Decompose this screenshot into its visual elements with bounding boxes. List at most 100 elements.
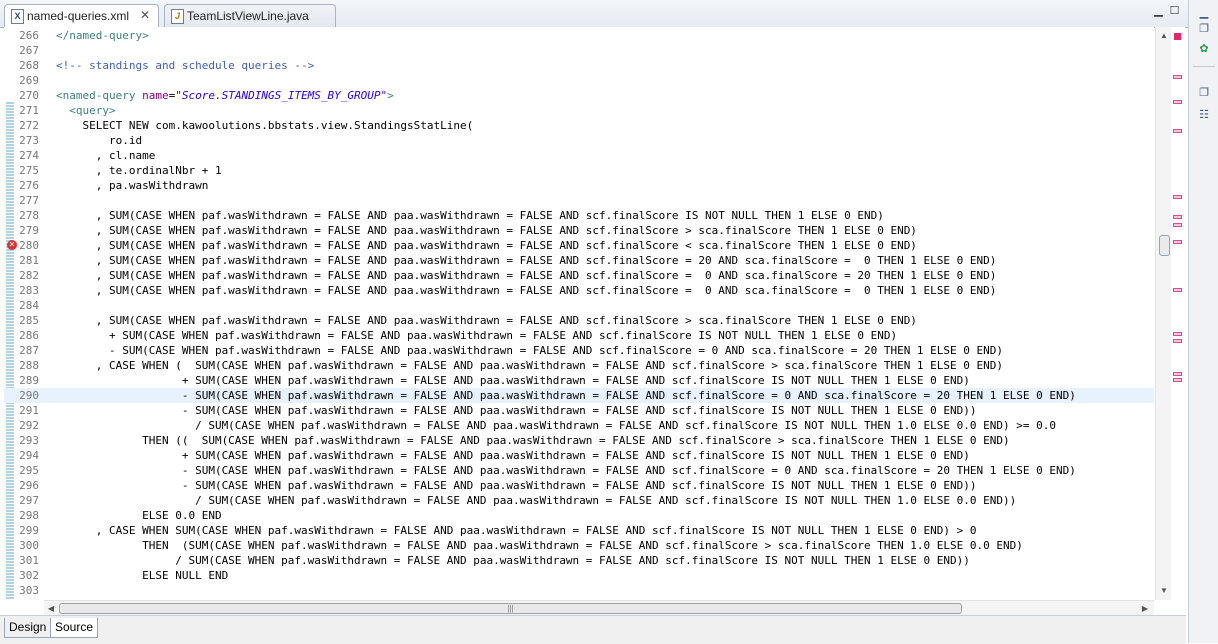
line-number: 302 bbox=[19, 569, 39, 582]
maximize-icon[interactable]: ☐ bbox=[1169, 6, 1180, 17]
code-line[interactable]: 279 , SUM(CASE WHEN paf.wasWithdrawn = F… bbox=[4, 223, 1154, 238]
overview-marker[interactable] bbox=[1173, 240, 1182, 244]
code-line[interactable]: 294 + SUM(CASE WHEN paf.wasWithdrawn = F… bbox=[4, 448, 1154, 463]
code-line[interactable]: 293 THEN (( SUM(CASE WHEN paf.wasWithdra… bbox=[4, 433, 1154, 448]
code-line[interactable]: 278 , SUM(CASE WHEN paf.wasWithdrawn = F… bbox=[4, 208, 1154, 223]
overview-marker[interactable] bbox=[1173, 223, 1182, 227]
overview-marker[interactable] bbox=[1173, 215, 1182, 219]
overview-marker[interactable] bbox=[1173, 372, 1182, 376]
horizontal-scrollbar[interactable]: ◀ ||| ▶ bbox=[44, 600, 1154, 616]
palette-icon[interactable]: ✿ bbox=[1197, 42, 1211, 56]
line-code: ELSE 0.0 END bbox=[56, 509, 222, 522]
scroll-up-icon[interactable]: ▲ bbox=[1156, 29, 1172, 43]
horizontal-scroll-thumb[interactable]: ||| bbox=[59, 603, 962, 614]
code-line[interactable]: 272 SELECT NEW com.kawoolutions.bbstats.… bbox=[4, 118, 1154, 133]
close-icon[interactable]: ✕ bbox=[140, 5, 150, 25]
code-line[interactable]: 270 <named-query name="Score.STANDINGS_IT… bbox=[4, 88, 1154, 103]
code-line[interactable]: 274 , cl.name bbox=[4, 148, 1154, 163]
line-code: , SUM(CASE WHEN paf.wasWithdrawn = FALSE… bbox=[56, 284, 997, 297]
line-number: 272 bbox=[19, 119, 39, 132]
code-line[interactable]: 297 / SUM(CASE WHEN paf.wasWithdrawn = F… bbox=[4, 493, 1154, 508]
code-line[interactable]: ✕ 280 , SUM(CASE WHEN paf.wasWithdrawn = … bbox=[4, 238, 1154, 253]
tab-label: TeamListViewLine.java bbox=[187, 9, 309, 23]
code-line[interactable]: 273 ro.id bbox=[4, 133, 1154, 148]
tab-source[interactable]: Source bbox=[50, 618, 99, 638]
vertical-scroll-thumb[interactable] bbox=[1159, 235, 1170, 256]
java-file-icon: J bbox=[171, 9, 184, 24]
code-line[interactable]: 271 <query> bbox=[4, 103, 1154, 118]
line-number: 303 bbox=[19, 584, 39, 597]
code-line[interactable]: 287 - SUM(CASE WHEN paf.wasWithdrawn = F… bbox=[4, 343, 1154, 358]
minimize-icon[interactable]: ▁ bbox=[1197, 6, 1211, 20]
code-line[interactable]: 277 bbox=[4, 193, 1154, 208]
code-line[interactable]: 303 bbox=[4, 583, 1154, 598]
line-number: 276 bbox=[19, 179, 39, 192]
code-line[interactable]: 267 bbox=[4, 43, 1154, 58]
restore-icon[interactable]: ❐ bbox=[1197, 86, 1211, 100]
code-line[interactable]: 285 , SUM(CASE WHEN paf.wasWithdrawn = F… bbox=[4, 313, 1154, 328]
line-code: , CASE WHEN SUM(CASE WHEN paf.wasWithdra… bbox=[56, 524, 977, 537]
overview-marker[interactable] bbox=[1173, 75, 1182, 79]
code-line[interactable]: 289 + SUM(CASE WHEN paf.wasWithdrawn = F… bbox=[4, 373, 1154, 388]
code-line[interactable]: 269 bbox=[4, 73, 1154, 88]
line-number: 271 bbox=[19, 104, 39, 117]
line-code: + SUM(CASE WHEN paf.wasWithdrawn = FALSE… bbox=[56, 329, 898, 342]
code-line[interactable]: 292 / SUM(CASE WHEN paf.wasWithdrawn = F… bbox=[4, 418, 1154, 433]
line-code: ELSE NULL END bbox=[56, 569, 229, 582]
overview-marker[interactable] bbox=[1173, 339, 1182, 343]
vertical-scrollbar[interactable]: ▲ ▼ bbox=[1155, 27, 1172, 600]
overview-marker[interactable] bbox=[1173, 288, 1182, 292]
line-number: 298 bbox=[19, 509, 39, 522]
scroll-left-icon[interactable]: ◀ bbox=[44, 601, 58, 616]
overview-marker[interactable] bbox=[1173, 129, 1182, 133]
error-summary-icon[interactable] bbox=[1174, 33, 1181, 40]
line-number: 296 bbox=[19, 479, 39, 492]
code-line[interactable]: 282 , SUM(CASE WHEN paf.wasWithdrawn = F… bbox=[4, 268, 1154, 283]
line-number: 274 bbox=[19, 149, 39, 162]
tab-teamlistviewline-java[interactable]: J TeamListViewLine.java bbox=[164, 4, 336, 27]
overview-marker[interactable] bbox=[1173, 378, 1182, 382]
scroll-right-icon[interactable]: ▶ bbox=[1138, 601, 1152, 616]
code-line[interactable]: 296 - SUM(CASE WHEN paf.wasWithdrawn = F… bbox=[4, 478, 1154, 493]
source-editor[interactable]: 266 </named-query> 267 268 <!-- standings an… bbox=[4, 27, 1154, 600]
code-line[interactable]: 295 - SUM(CASE WHEN paf.wasWithdrawn = F… bbox=[4, 463, 1154, 478]
line-number: 301 bbox=[19, 554, 39, 567]
code-line[interactable]: 284 bbox=[4, 298, 1154, 313]
code-line[interactable]: 288 , CASE WHEN ( SUM(CASE WHEN paf.wasW… bbox=[4, 358, 1154, 373]
code-line[interactable]: 302 ELSE NULL END bbox=[4, 568, 1154, 583]
code-line[interactable]: 290 - SUM(CASE WHEN paf.wasWithdrawn = F… bbox=[4, 388, 1154, 403]
code-line[interactable]: 281 , SUM(CASE WHEN paf.wasWithdrawn = F… bbox=[4, 253, 1154, 268]
code-line[interactable]: 283 , SUM(CASE WHEN paf.wasWithdrawn = F… bbox=[4, 283, 1154, 298]
code-line[interactable]: 299 , CASE WHEN SUM(CASE WHEN paf.wasWit… bbox=[4, 523, 1154, 538]
code-line[interactable]: 298 ELSE 0.0 END bbox=[4, 508, 1154, 523]
line-code: - SUM(CASE WHEN paf.wasWithdrawn = FALSE… bbox=[56, 344, 1004, 357]
code-line[interactable]: 276 , pa.wasWithdrawn bbox=[4, 178, 1154, 193]
line-number: 294 bbox=[19, 449, 39, 462]
scroll-down-icon[interactable]: ▼ bbox=[1156, 584, 1172, 598]
line-number: 267 bbox=[19, 44, 39, 57]
code-line[interactable]: 300 THEN (SUM(CASE WHEN paf.wasWithdrawn… bbox=[4, 538, 1154, 553]
code-line[interactable]: 268 <!-- standings and schedule queries -… bbox=[4, 58, 1154, 73]
code-line[interactable]: 266 </named-query> bbox=[4, 28, 1154, 43]
line-number: 299 bbox=[19, 524, 39, 537]
line-number: 297 bbox=[19, 494, 39, 507]
line-number: 280 bbox=[19, 239, 39, 252]
line-code: , SUM(CASE WHEN paf.wasWithdrawn = FALSE… bbox=[56, 254, 997, 267]
overview-marker[interactable] bbox=[1173, 100, 1182, 104]
line-number: 281 bbox=[19, 254, 39, 267]
minimize-icon[interactable]: ▁ bbox=[1153, 6, 1164, 17]
line-code: / SUM(CASE WHEN paf.wasWithdrawn = FALSE… bbox=[56, 554, 970, 567]
line-number: 270 bbox=[19, 89, 39, 102]
tab-named-queries-xml[interactable]: X named-queries.xml ✕ bbox=[4, 4, 159, 28]
restore-icon[interactable]: ❐ bbox=[1197, 22, 1211, 36]
line-number: 285 bbox=[19, 314, 39, 327]
overview-marker[interactable] bbox=[1173, 195, 1182, 199]
tab-design[interactable]: Design bbox=[4, 618, 52, 638]
code-line[interactable]: 286 + SUM(CASE WHEN paf.wasWithdrawn = F… bbox=[4, 328, 1154, 343]
overview-marker[interactable] bbox=[1173, 332, 1182, 336]
line-number: 277 bbox=[19, 194, 39, 207]
code-line[interactable]: 291 - SUM(CASE WHEN paf.wasWithdrawn = F… bbox=[4, 403, 1154, 418]
outline-icon[interactable]: ☷ bbox=[1197, 108, 1211, 122]
code-line[interactable]: 275 , te.ordinalNbr + 1 bbox=[4, 163, 1154, 178]
code-line[interactable]: 301 / SUM(CASE WHEN paf.wasWithdrawn = F… bbox=[4, 553, 1154, 568]
